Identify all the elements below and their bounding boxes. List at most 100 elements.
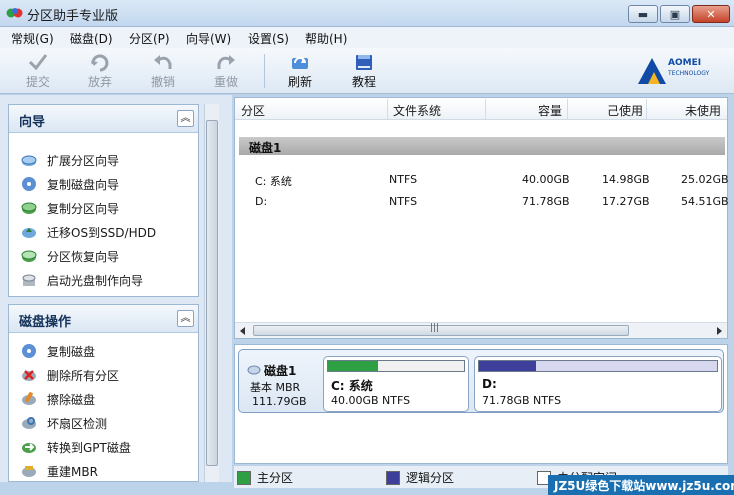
- legend-logical: 逻辑分区: [386, 469, 454, 486]
- column-divider[interactable]: [567, 99, 568, 119]
- tutorial-label: 教程: [351, 75, 376, 89]
- disk-op-wipe-disk[interactable]: 擦除磁盘: [21, 389, 95, 409]
- menu-settings[interactable]: 设置(S): [248, 30, 289, 47]
- cell-partition: C: 系统: [255, 175, 292, 188]
- wizard-partition-recovery[interactable]: 分区恢复向导: [21, 246, 119, 266]
- convert-gpt-icon: [22, 443, 36, 453]
- scroll-left-icon[interactable]: [239, 327, 247, 335]
- discard-button[interactable]: 放弃: [78, 52, 122, 92]
- tutorial-button[interactable]: 教程: [342, 52, 386, 92]
- submit-label: 提交: [25, 75, 50, 89]
- bad-sector-check-icon: [22, 417, 36, 429]
- menu-help[interactable]: 帮助(H): [305, 30, 347, 47]
- menu-bar: 常规(G) 磁盘(D) 分区(P) 向导(W) 设置(S) 帮助(H): [0, 27, 734, 48]
- column-divider[interactable]: [387, 99, 388, 119]
- partition-block-c[interactable]: C: 系统 40.00GB NTFS: [323, 356, 469, 412]
- submit-button[interactable]: 提交: [16, 52, 60, 92]
- migrate-os-icon: [22, 228, 36, 238]
- legend-logical-label: 逻辑分区: [406, 471, 455, 485]
- redo-button[interactable]: 重做: [204, 52, 248, 92]
- column-capacity[interactable]: 容量: [538, 102, 562, 119]
- list-horizontal-scrollbar[interactable]: |||: [235, 322, 727, 338]
- disk-name: 磁盘1: [264, 364, 297, 378]
- title-bar: 分区助手专业版 ▬ ▣ ✕: [0, 0, 734, 27]
- disk-op-delete-all-partitions[interactable]: 删除所有分区: [21, 365, 119, 385]
- discard-icon: [91, 54, 109, 72]
- app-logo-icon: [6, 8, 23, 18]
- collapse-wizard-button[interactable]: ︽: [177, 110, 194, 127]
- primary-swatch: [237, 470, 251, 485]
- brand-name: AOMEI: [668, 58, 702, 68]
- wizard-extend-partition[interactable]: 扩展分区向导: [21, 150, 119, 170]
- column-filesystem[interactable]: 文件系统: [393, 102, 441, 119]
- table-row[interactable]: D: NTFS 71.78GB 17.27GB 54.51GB: [235, 192, 729, 212]
- column-free[interactable]: 未使用: [685, 102, 721, 119]
- cell-free: 54.51GB: [681, 195, 729, 208]
- undo-icon: [154, 55, 172, 69]
- sidebar-scrollbar[interactable]: [204, 104, 219, 482]
- disk-op-rebuild-mbr[interactable]: 重建MBR: [21, 461, 98, 481]
- disk-op-copy-disk[interactable]: 复制磁盘: [21, 341, 95, 361]
- usage-fill-d: [479, 361, 537, 371]
- cell-capacity: 71.78GB: [522, 195, 570, 208]
- partition-info: 40.00GB NTFS: [331, 394, 411, 407]
- partition-name: C: 系统: [331, 379, 373, 393]
- cell-used: 17.27GB: [602, 195, 650, 208]
- discard-label: 放弃: [87, 75, 112, 89]
- scroll-right-icon[interactable]: [715, 327, 723, 335]
- window-title: 分区助手专业版: [27, 9, 119, 24]
- cell-filesystem: NTFS: [389, 195, 418, 208]
- disk-group-header[interactable]: 磁盘1: [239, 137, 725, 155]
- partition-list: 分区 文件系统 容量 己使用 未使用 磁盘1 C: 系统 NTFS 40.00G…: [234, 97, 729, 339]
- disk-card[interactable]: 磁盘1 基本 MBR 111.79GB C: 系统 40.00GB NTFS D…: [238, 349, 724, 413]
- collapse-disk-ops-button[interactable]: ︽: [177, 310, 194, 327]
- disk-icon: [247, 365, 261, 375]
- wizard-migrate-os[interactable]: 迁移OS到SSD/HDD: [21, 222, 156, 242]
- column-used[interactable]: 己使用: [607, 102, 643, 119]
- logical-swatch: [386, 470, 400, 485]
- wizard-panel: 向导 ︽ 扩展分区向导 复制磁盘向导 复制分区向导 迁移OS到SSD/HDD 分…: [8, 104, 199, 297]
- wipe-disk-icon: [22, 391, 36, 405]
- copy-disk-icon: [22, 177, 36, 191]
- menu-general[interactable]: 常规(G): [11, 30, 54, 47]
- list-scroll-thumb[interactable]: |||: [253, 323, 629, 336]
- maximize-button[interactable]: ▣: [660, 5, 690, 23]
- undo-button[interactable]: 撤销: [141, 52, 185, 92]
- toolbar: 提交 放弃 撤销 重做 刷新 教程: [0, 48, 734, 94]
- partition-recovery-icon: [21, 250, 37, 262]
- partition-name: D:: [482, 377, 497, 391]
- sidebar: 向导 ︽ 扩展分区向导 复制磁盘向导 复制分区向导 迁移OS到SSD/HDD 分…: [0, 95, 232, 482]
- cell-capacity: 40.00GB: [522, 173, 570, 186]
- watermark: JZ5U绿色下载站www.jz5u.com: [548, 475, 734, 495]
- disk-group-label: 磁盘1: [249, 141, 282, 155]
- column-divider[interactable]: [646, 99, 647, 119]
- sidebar-scroll-thumb[interactable]: [206, 120, 218, 466]
- refresh-button[interactable]: 刷新: [278, 52, 322, 92]
- delete-partitions-icon: [22, 370, 36, 381]
- rebuild-mbr-icon: [22, 466, 36, 477]
- table-row[interactable]: C: 系统 NTFS 40.00GB 14.98GB 25.02GB: [235, 170, 729, 190]
- wizard-bootable-media[interactable]: 启动光盘制作向导: [21, 270, 143, 290]
- menu-disk[interactable]: 磁盘(D): [70, 30, 113, 47]
- disk-op-bad-sector-check[interactable]: 坏扇区检测: [21, 413, 107, 433]
- list-header: 分区 文件系统 容量 己使用 未使用: [235, 98, 727, 120]
- disk-operations-header: 磁盘操作 ︽: [9, 305, 198, 333]
- wizard-copy-disk[interactable]: 复制磁盘向导: [21, 174, 119, 194]
- wizard-panel-title: 向导: [19, 115, 46, 130]
- legend-primary: 主分区: [237, 469, 293, 486]
- disk-operations-title: 磁盘操作: [19, 315, 72, 330]
- menu-partition[interactable]: 分区(P): [129, 30, 170, 47]
- minimize-button[interactable]: ▬: [628, 5, 658, 23]
- close-button[interactable]: ✕: [692, 5, 730, 23]
- toolbar-separator: [264, 54, 265, 88]
- partition-block-d[interactable]: D: 71.78GB NTFS: [474, 356, 722, 412]
- checkmark-icon: [28, 54, 48, 71]
- menu-wizard[interactable]: 向导(W): [186, 30, 231, 47]
- cell-free: 25.02GB: [681, 173, 729, 186]
- scroll-grip: |||: [430, 323, 440, 333]
- column-divider[interactable]: [485, 99, 486, 119]
- brand-tagline: TECHNOLOGY: [668, 70, 710, 77]
- wizard-copy-partition[interactable]: 复制分区向导: [21, 198, 119, 218]
- column-partition[interactable]: 分区: [241, 102, 265, 119]
- disk-op-convert-gpt[interactable]: 转换到GPT磁盘: [21, 437, 131, 457]
